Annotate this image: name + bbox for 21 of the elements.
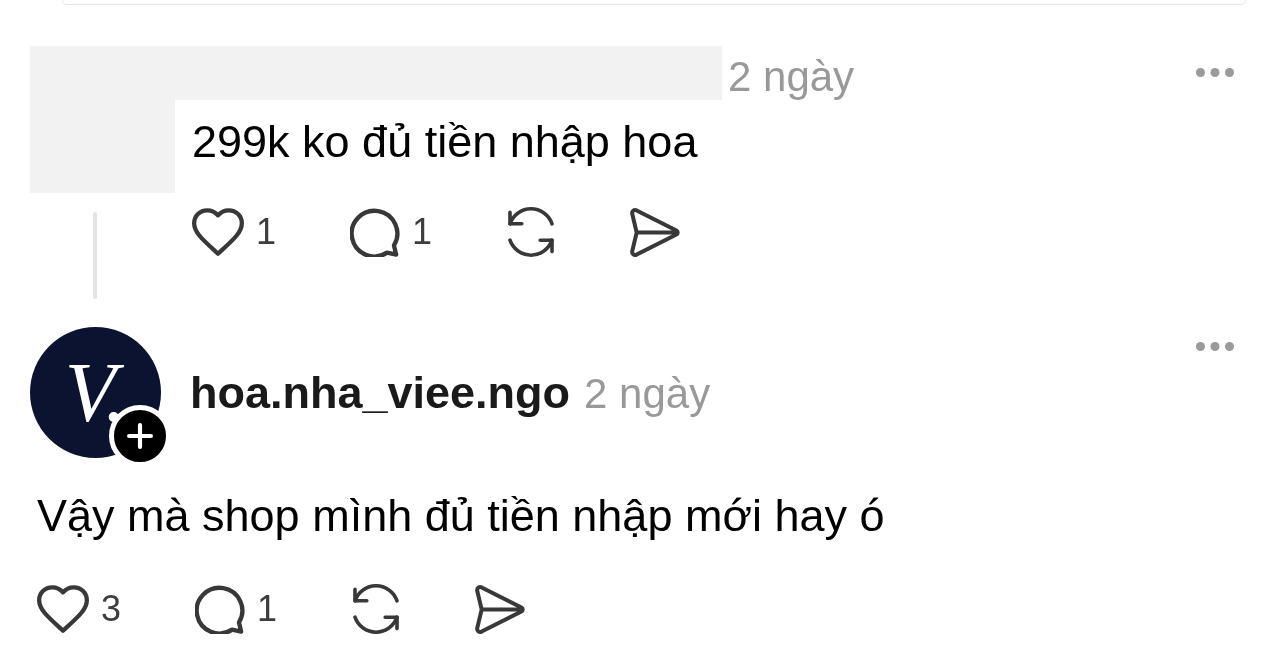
- paper-plane-icon[interactable]: [630, 207, 681, 257]
- heart-icon: [192, 208, 244, 256]
- more-options-icon[interactable]: [1196, 68, 1234, 77]
- more-options-icon[interactable]: [1196, 342, 1234, 351]
- timestamp: 2 ngày: [728, 56, 855, 98]
- speech-bubble-icon: [350, 207, 401, 257]
- reply-button[interactable]: 1: [195, 584, 278, 634]
- reply-button[interactable]: 1: [350, 207, 433, 257]
- logo-text: V.: [64, 350, 127, 435]
- timestamp: 2 ngày: [584, 373, 711, 415]
- circular-arrows-icon[interactable]: [351, 584, 402, 634]
- plus-icon: [127, 423, 153, 449]
- heart-icon: [37, 585, 89, 633]
- speech-bubble-icon: [195, 584, 246, 634]
- comment-text: Vậy mà shop mình đủ tiền nhập mới hay ó: [37, 490, 885, 542]
- username[interactable]: hoa.nha_viee.ngo: [190, 370, 571, 415]
- circular-arrows-icon[interactable]: [506, 207, 557, 257]
- comment-text: 299k ko đủ tiền nhập hoa: [192, 116, 698, 168]
- like-button[interactable]: 3: [37, 585, 122, 633]
- like-button[interactable]: 1: [192, 208, 277, 256]
- paper-plane-icon[interactable]: [475, 584, 526, 634]
